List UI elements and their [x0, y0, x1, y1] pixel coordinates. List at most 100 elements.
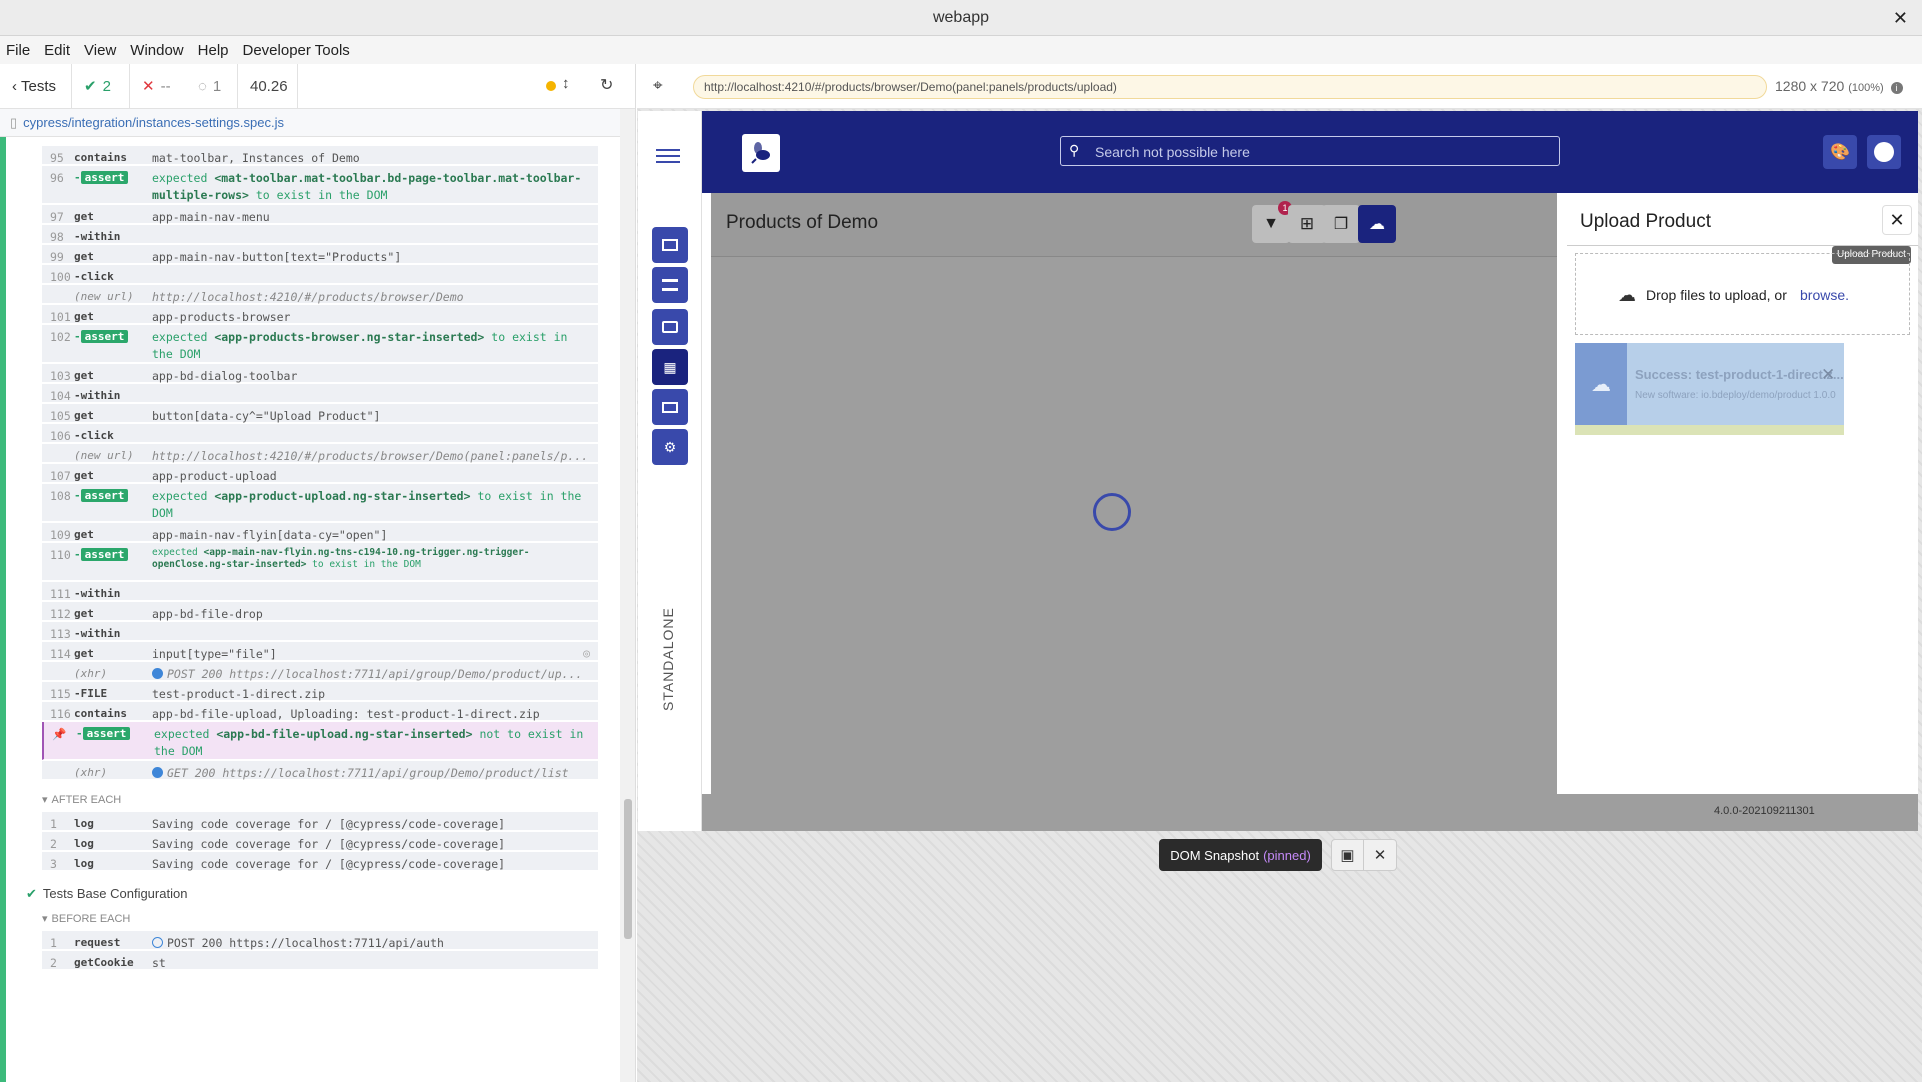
pending-circle-icon: ◌: [198, 77, 207, 95]
command-row[interactable]: 98 -within: [42, 225, 598, 244]
command-row[interactable]: 109 get app-main-nav-flyin[data-cy="open"]: [42, 523, 598, 542]
aut-url[interactable]: http://localhost:4210/#/products/browser…: [693, 75, 1767, 99]
command-row[interactable]: 111 -within: [42, 582, 598, 601]
command-row[interactable]: 106 -click: [42, 424, 598, 443]
menu-help[interactable]: Help: [198, 42, 229, 59]
command-row[interactable]: (new url) http://localhost:4210/#/product…: [42, 444, 598, 463]
search-box[interactable]: ⚲ Search not possible here: [1060, 136, 1560, 166]
after-each-row[interactable]: 3 log Saving code coverage for / [@cypress…: [42, 852, 598, 871]
command-number: 113: [50, 627, 71, 641]
command-row[interactable]: 116 contains app-bd-file-upload, Uploading…: [42, 702, 598, 721]
menu-view[interactable]: View: [84, 42, 116, 59]
app-logo: [742, 134, 780, 172]
grid-view-button[interactable]: ⊞: [1288, 205, 1326, 243]
nav-settings-button[interactable]: ⚙: [652, 429, 688, 465]
info-icon[interactable]: i: [1890, 82, 1903, 94]
nav-instances-button[interactable]: [652, 227, 688, 263]
command-row[interactable]: 113 -within: [42, 622, 598, 641]
failed-count: ✕ --: [142, 77, 171, 96]
command-number: 104: [50, 389, 71, 403]
command-number: 112: [50, 607, 71, 621]
command-row[interactable]: 108- assert expected <app-product-upload.n…: [42, 484, 598, 522]
command-row[interactable]: 99 get app-main-nav-button[text="Products"…: [42, 245, 598, 264]
after-each-header[interactable]: ▾ AFTER EACH: [42, 793, 121, 806]
menu-hamburger-icon[interactable]: [656, 149, 680, 163]
check-icon: ✔: [84, 78, 97, 95]
command-row[interactable]: 103 get app-bd-dialog-toolbar: [42, 364, 598, 383]
selector-playground-icon[interactable]: ⌖: [653, 76, 663, 96]
nav-systems-button[interactable]: [652, 389, 688, 425]
before-each-header[interactable]: ▾ BEFORE EACH: [42, 912, 130, 925]
command-number: 95: [50, 151, 64, 165]
command-name: get: [74, 469, 94, 482]
after-each-row[interactable]: 1 log Saving code coverage for / [@cypress…: [42, 812, 598, 831]
file-drop-zone[interactable]: ☁ Drop files to upload, or browse.: [1575, 253, 1910, 335]
command-name: (xhr): [74, 667, 108, 680]
menu-window[interactable]: Window: [130, 42, 183, 59]
runner-scrollbar[interactable]: [620, 109, 635, 1082]
menu-developer-tools[interactable]: Developer Tools: [243, 42, 350, 59]
command-number: 103: [50, 369, 71, 383]
upload-product-button[interactable]: ☁: [1358, 205, 1396, 243]
close-flyin-button[interactable]: ✕: [1882, 205, 1912, 235]
user-button[interactable]: [1867, 135, 1901, 169]
spec-file-path[interactable]: ▯ cypress/integration/instances-settings…: [0, 109, 635, 137]
command-row[interactable]: 102- assert expected <app-products-browser…: [42, 325, 598, 363]
command-row[interactable]: 114 get input[type="file"] ◎: [42, 642, 598, 661]
collection-button[interactable]: ❐: [1322, 205, 1360, 243]
command-row[interactable]: 101 get app-products-browser: [42, 305, 598, 324]
nav-repositories-button[interactable]: [652, 309, 688, 345]
loading-spinner: [1093, 493, 1131, 531]
command-row[interactable]: 112 get app-bd-file-drop: [42, 602, 598, 621]
command-row[interactable]: 105 get button[data-cy^="Upload Product"]: [42, 404, 598, 423]
command-row[interactable]: 110- assert expected <app-main-nav-flyin.n…: [42, 543, 598, 581]
runner-scrollbar-thumb[interactable]: [624, 799, 632, 939]
passed-count: ✔ 2: [72, 64, 130, 109]
command-name: -click: [74, 429, 114, 442]
auto-scroll-toggle-icon[interactable]: ↕: [562, 75, 570, 92]
command-row[interactable]: (xhr) GET 200 https://localhost:7711/api/…: [42, 761, 598, 780]
nav-groups-button[interactable]: [652, 267, 688, 303]
unpin-icon[interactable]: ✕: [1364, 840, 1396, 870]
command-row[interactable]: 97 get app-main-nav-menu: [42, 205, 598, 224]
filter-button[interactable]: ▼ 1: [1252, 201, 1292, 243]
before-each-row[interactable]: 2 getCookie st: [42, 951, 598, 970]
highlight-toggle-icon[interactable]: ▣: [1332, 840, 1365, 870]
before-each-row[interactable]: 1 request POST 200 https://localhost:7711/…: [42, 931, 598, 950]
dismiss-icon[interactable]: ✕: [1821, 365, 1835, 385]
command-name: get: [74, 528, 94, 541]
rerun-icon[interactable]: ↻: [600, 75, 613, 95]
command-row[interactable]: 100 -click: [42, 265, 598, 284]
test-title-base-configuration[interactable]: ✔ Tests Base Configuration: [26, 886, 187, 902]
command-row[interactable]: 104 -within: [42, 384, 598, 403]
command-row[interactable]: 115 -FILE test-product-1-direct.zip: [42, 682, 598, 701]
menu-file[interactable]: File: [6, 42, 30, 59]
window-title: webapp: [932, 8, 990, 26]
command-row[interactable]: 95 contains mat-toolbar, Instances of Demo: [42, 146, 598, 165]
duration: 40.26: [238, 64, 298, 109]
command-row[interactable]: (new url) http://localhost:4210/#/product…: [42, 285, 598, 304]
success-subtitle: New software: io.bdeploy/demo/product 1.…: [1635, 390, 1836, 401]
command-row[interactable]: 📌 - assert expected <app-bd-file-upload.ng-…: [42, 722, 598, 760]
runner-stats-bar: ‹ Tests ✔ 2 ✕ -- ◌ 1 40.26 ↕ ↻: [0, 64, 635, 109]
after-each-row[interactable]: 2 log Saving code coverage for / [@cypress…: [42, 832, 598, 851]
search-input[interactable]: Search not possible here: [1095, 144, 1250, 160]
command-row[interactable]: 96 - assert expected <mat-toolbar.mat-toolb…: [42, 166, 598, 204]
window-close-icon[interactable]: ✕: [1893, 8, 1908, 29]
browse-link[interactable]: browse.: [1800, 287, 1849, 303]
command-row[interactable]: (xhr) POST 200 https://localhost:7711/api…: [42, 662, 598, 681]
command-name: (xhr): [74, 766, 108, 779]
assert-badge: - assert: [76, 727, 131, 740]
theme-button[interactable]: 🎨: [1823, 135, 1857, 169]
command-row[interactable]: 107 get app-product-upload: [42, 464, 598, 483]
page-title: Products of Demo: [726, 212, 879, 233]
tests-back-button[interactable]: ‹ Tests: [0, 64, 72, 109]
command-message: button[data-cy^="Upload Product"]: [152, 409, 381, 423]
list-icon: [662, 279, 678, 291]
menu-edit[interactable]: Edit: [44, 42, 70, 59]
grid-icon: ⊞: [1299, 214, 1315, 233]
command-number: 102: [50, 330, 71, 344]
nav-products-button[interactable]: ▦: [652, 349, 688, 385]
command-message: test-product-1-direct.zip: [152, 687, 326, 701]
library-icon: ❐: [1333, 216, 1349, 233]
